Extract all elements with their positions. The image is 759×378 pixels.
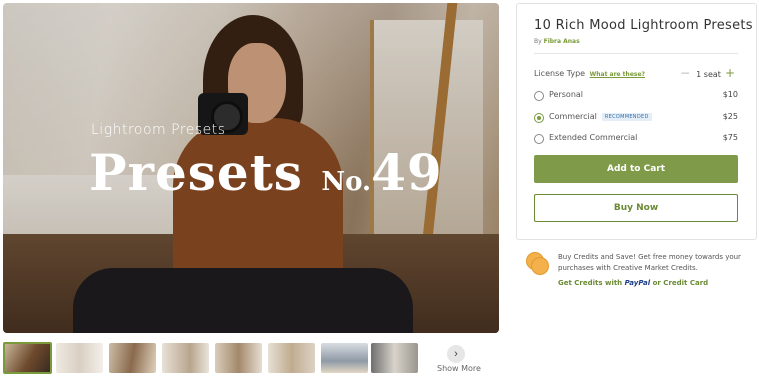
author-link[interactable]: Fibra Anas xyxy=(544,38,580,45)
option-price: $10 xyxy=(722,90,738,99)
hero-overlay-title-word: Presets xyxy=(89,143,303,202)
option-label: Extended Commercial xyxy=(549,133,638,142)
decrease-seat-button[interactable]: − xyxy=(680,66,690,80)
license-type-row: License Type What are these? xyxy=(534,69,645,78)
radio-commercial[interactable] xyxy=(534,113,544,123)
license-option-personal[interactable]: Personal $10 xyxy=(534,90,738,102)
thumbnail-1[interactable] xyxy=(3,342,52,374)
thumbnail-6[interactable] xyxy=(268,343,315,373)
license-type-label: License Type xyxy=(534,69,586,78)
license-option-commercial[interactable]: Commercial RECOMMENDED $25 xyxy=(534,112,738,124)
hero-overlay-number: 49 xyxy=(371,143,443,202)
license-help-link[interactable]: What are these? xyxy=(590,71,645,78)
chevron-right-icon: › xyxy=(454,348,458,360)
product-hero-image[interactable]: Lightroom Presets Presets No.49 xyxy=(3,3,499,333)
thumbnail-2[interactable] xyxy=(56,343,103,373)
seat-count: 1 seat xyxy=(696,70,721,79)
paypal-logo: PayPal xyxy=(624,279,651,287)
thumbnail-3[interactable] xyxy=(109,343,156,373)
product-title: 10 Rich Mood Lightroom Presets xyxy=(534,18,753,33)
hero-overlay-title: Presets No.49 xyxy=(89,143,443,212)
credits-link-suffix: or Credit Card xyxy=(652,279,709,287)
recommended-badge: RECOMMENDED xyxy=(601,113,652,121)
option-price: $75 xyxy=(722,133,738,142)
product-byline: By Fibra Anas xyxy=(534,38,580,45)
credits-coin-icon xyxy=(526,252,549,275)
hero-overlay-no: No. xyxy=(321,167,372,197)
buy-now-button[interactable]: Buy Now xyxy=(534,194,738,222)
product-purchase-card: 10 Rich Mood Lightroom Presets By Fibra … xyxy=(516,3,757,240)
license-option-extended[interactable]: Extended Commercial $75 xyxy=(534,133,738,145)
credits-link-prefix: Get Credits with xyxy=(558,279,623,287)
increase-seat-button[interactable]: + xyxy=(725,66,735,80)
option-price: $25 xyxy=(722,112,738,121)
seat-stepper: −1 seat + xyxy=(680,66,739,80)
thumbnail-8[interactable] xyxy=(371,343,418,373)
thumbnail-4[interactable] xyxy=(162,343,209,373)
radio-extended[interactable] xyxy=(534,134,544,144)
thumbnail-7[interactable] xyxy=(321,343,368,373)
option-label: Commercial xyxy=(549,112,597,121)
credits-promo-text: Buy Credits and Save! Get free money tow… xyxy=(558,253,741,272)
hero-overlay-subtitle: Lightroom Presets xyxy=(91,122,226,138)
add-to-cart-button[interactable]: Add to Cart xyxy=(534,155,738,183)
option-label-wrap: Commercial RECOMMENDED xyxy=(549,112,652,121)
show-more-button[interactable]: › xyxy=(447,345,465,363)
divider xyxy=(534,53,738,54)
get-credits-link[interactable]: Get Credits with PayPal or Credit Card xyxy=(558,279,708,287)
thumbnail-5[interactable] xyxy=(215,343,262,373)
radio-personal[interactable] xyxy=(534,91,544,101)
byline-label: By xyxy=(534,38,542,45)
show-more-label[interactable]: Show More xyxy=(437,364,481,373)
option-label: Personal xyxy=(549,90,584,99)
